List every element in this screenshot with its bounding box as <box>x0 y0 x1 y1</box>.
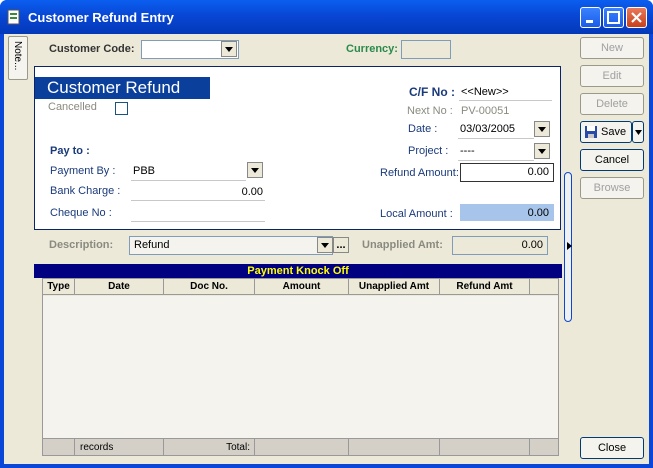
col-refund-amt[interactable]: Refund Amt <box>440 279 530 295</box>
chevron-down-icon <box>634 129 642 135</box>
description-field[interactable]: Refund <box>129 236 333 255</box>
minimize-icon <box>586 20 593 23</box>
refund-amount-field[interactable]: 0.00 <box>460 163 554 182</box>
local-amount-field: 0.00 <box>460 204 554 221</box>
description-dropdown[interactable] <box>317 237 333 253</box>
unapplied-amt-field: 0.00 <box>452 236 548 255</box>
refund-amount-label: Refund Amount: <box>380 167 459 179</box>
title-bar[interactable]: Customer Refund Entry <box>0 0 653 34</box>
close-window-button[interactable] <box>626 7 647 28</box>
date-underline <box>458 138 534 139</box>
col-type[interactable]: Type <box>43 279 75 295</box>
delete-button[interactable]: Delete <box>580 93 644 115</box>
window-title: Customer Refund Entry <box>28 10 174 25</box>
cancelled-checkbox[interactable] <box>115 102 128 115</box>
grid-body[interactable] <box>43 296 558 438</box>
chevron-right-icon <box>567 242 572 250</box>
chevron-down-icon <box>538 148 546 154</box>
close-button[interactable]: Close <box>580 437 644 459</box>
cf-no-label: C/F No : <box>409 85 455 99</box>
chevron-down-icon <box>321 242 329 248</box>
pay-to-label: Pay to : <box>50 145 90 157</box>
date-label: Date : <box>408 123 438 135</box>
cheque-no-underline <box>131 221 265 222</box>
close-button-label: Close <box>597 442 627 454</box>
cancel-button[interactable]: Cancel <box>580 149 644 171</box>
footer-amount <box>255 438 349 455</box>
payment-by-dropdown[interactable] <box>247 162 263 178</box>
save-icon <box>585 126 597 138</box>
footer-refund <box>440 438 530 455</box>
footer-spacer <box>530 438 558 455</box>
project-label: Project : <box>408 145 449 157</box>
next-no-value: PV-00051 <box>461 105 510 117</box>
payment-by-value[interactable]: PBB <box>133 165 155 177</box>
app-icon <box>7 9 20 25</box>
chevron-down-icon <box>251 167 259 173</box>
maximize-icon <box>607 11 620 24</box>
save-button[interactable]: Save <box>580 121 632 143</box>
edit-button-label: Edit <box>602 70 622 82</box>
cheque-no-label: Cheque No : <box>50 207 112 219</box>
col-doc-no[interactable]: Doc No. <box>164 279 255 295</box>
refund-panel: Customer Refund Cancelled C/F No : <<New… <box>34 66 561 230</box>
footer-unapplied <box>349 438 440 455</box>
cancel-button-label: Cancel <box>594 154 630 166</box>
cf-no-value[interactable]: <<New>> <box>461 86 509 98</box>
cancelled-label: Cancelled <box>48 101 97 113</box>
date-value[interactable]: 03/03/2005 <box>460 123 515 135</box>
project-value[interactable]: ---- <box>460 145 475 157</box>
description-more-button[interactable]: ... <box>333 237 349 253</box>
description-label: Description: <box>49 239 114 251</box>
next-no-label: Next No : <box>407 105 453 117</box>
chevron-down-icon <box>225 46 233 52</box>
project-dropdown[interactable] <box>534 143 550 159</box>
save-button-label: Save <box>601 126 627 138</box>
browse-button[interactable]: Browse <box>580 177 644 199</box>
note-tab-label: Note... <box>12 41 23 71</box>
minimize-button[interactable] <box>580 7 601 28</box>
new-button[interactable]: New <box>580 37 644 59</box>
customer-code-label: Customer Code: <box>49 43 135 55</box>
bank-charge-value[interactable]: 0.00 <box>185 186 263 198</box>
payment-knock-off-title: Payment Knock Off <box>34 264 562 278</box>
local-amount-label: Local Amount : <box>380 208 453 220</box>
chevron-down-icon <box>538 126 546 132</box>
client-area: Note... Customer Code: Currency: Custome… <box>4 34 649 464</box>
save-options-dropdown[interactable] <box>632 121 644 143</box>
bank-charge-label: Bank Charge : <box>50 185 121 197</box>
cf-no-underline <box>459 100 552 101</box>
currency-label: Currency: <box>346 43 398 55</box>
delete-button-label: Delete <box>596 98 628 110</box>
footer-cell-blank <box>43 438 75 455</box>
close-icon <box>631 12 642 23</box>
payment-by-underline <box>131 180 246 181</box>
browse-button-label: Browse <box>593 182 631 194</box>
app-window: Customer Refund Entry Note... Customer C… <box>0 0 653 468</box>
maximize-button[interactable] <box>603 7 624 28</box>
bank-charge-underline <box>131 200 265 201</box>
col-date[interactable]: Date <box>75 279 164 295</box>
payment-by-label: Payment By : <box>50 165 116 177</box>
col-spacer <box>530 279 558 295</box>
note-tab[interactable]: Note... <box>8 36 28 80</box>
currency-field <box>401 40 451 59</box>
unapplied-amt-label: Unapplied Amt: <box>362 239 443 251</box>
project-underline <box>458 160 534 161</box>
footer-records: records <box>75 438 164 455</box>
edit-button[interactable]: Edit <box>580 65 644 87</box>
panel-title: Customer Refund <box>35 77 210 99</box>
new-button-label: New <box>600 42 623 54</box>
footer-total: Total: <box>164 438 255 455</box>
customer-code-dropdown[interactable] <box>221 41 237 57</box>
date-dropdown[interactable] <box>534 121 550 137</box>
col-amount[interactable]: Amount <box>255 279 349 295</box>
knock-off-grid[interactable]: Type Date Doc No. Amount Unapplied Amt R… <box>42 278 559 456</box>
col-unapplied-amt[interactable]: Unapplied Amt <box>349 279 440 295</box>
